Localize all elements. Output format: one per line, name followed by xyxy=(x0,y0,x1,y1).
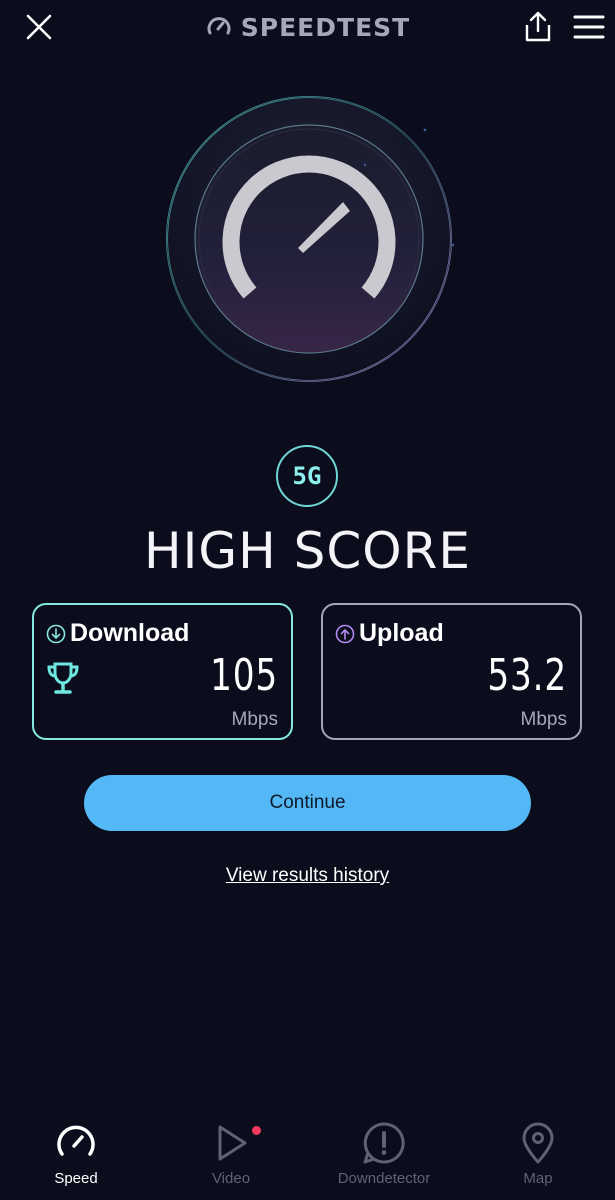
tab-video-label: Video xyxy=(211,1170,251,1187)
tab-map-label: Map xyxy=(523,1170,553,1187)
download-header: Download xyxy=(46,619,189,648)
speed-gauge xyxy=(150,85,487,405)
tab-speed-label: Speed xyxy=(54,1170,98,1187)
upload-header: Upload xyxy=(335,619,444,648)
speedometer-icon xyxy=(166,96,487,382)
download-label: Download xyxy=(70,619,190,647)
tab-downdetector-label: Downdetector xyxy=(337,1170,431,1187)
continue-button[interactable]: Continue xyxy=(84,775,531,831)
video-notification-dot xyxy=(252,1126,261,1135)
top-bar: SPEEDTEST xyxy=(0,0,615,56)
upload-unit: Mbps xyxy=(520,709,567,730)
menu-button[interactable] xyxy=(572,12,606,42)
upload-label: Upload xyxy=(359,619,444,647)
tab-speed[interactable]: Speed xyxy=(6,1115,146,1195)
tab-map[interactable]: Map xyxy=(468,1115,608,1195)
brand-name: SPEEDTEST xyxy=(240,12,411,42)
speedometer-logo-icon xyxy=(207,17,231,35)
download-unit: Mbps xyxy=(231,709,278,730)
network-type-badge: 5G xyxy=(276,445,338,507)
alert-icon xyxy=(363,1122,405,1164)
map-pin-icon xyxy=(522,1122,554,1164)
download-value: 105 xyxy=(210,650,278,701)
hamburger-menu-icon xyxy=(573,15,605,39)
trophy-icon xyxy=(47,662,79,694)
share-button[interactable] xyxy=(520,9,556,45)
upload-value: 53.2 xyxy=(487,650,567,701)
tab-downdetector[interactable]: Downdetector xyxy=(314,1115,454,1195)
share-icon xyxy=(525,11,551,42)
download-arrow-icon xyxy=(46,624,66,643)
bottom-tab-bar: Speed Video Downdetector Map xyxy=(0,1115,615,1200)
result-headline: HIGH SCORE xyxy=(144,522,471,580)
speedometer-icon xyxy=(57,1125,95,1156)
view-results-history-link[interactable]: View results history xyxy=(0,865,615,887)
upload-card: Upload 53.2 Mbps xyxy=(321,603,582,740)
tab-video[interactable]: Video xyxy=(161,1115,301,1195)
download-card: Download 105 Mbps xyxy=(32,603,293,740)
play-icon xyxy=(218,1125,247,1161)
upload-arrow-icon xyxy=(335,624,355,643)
